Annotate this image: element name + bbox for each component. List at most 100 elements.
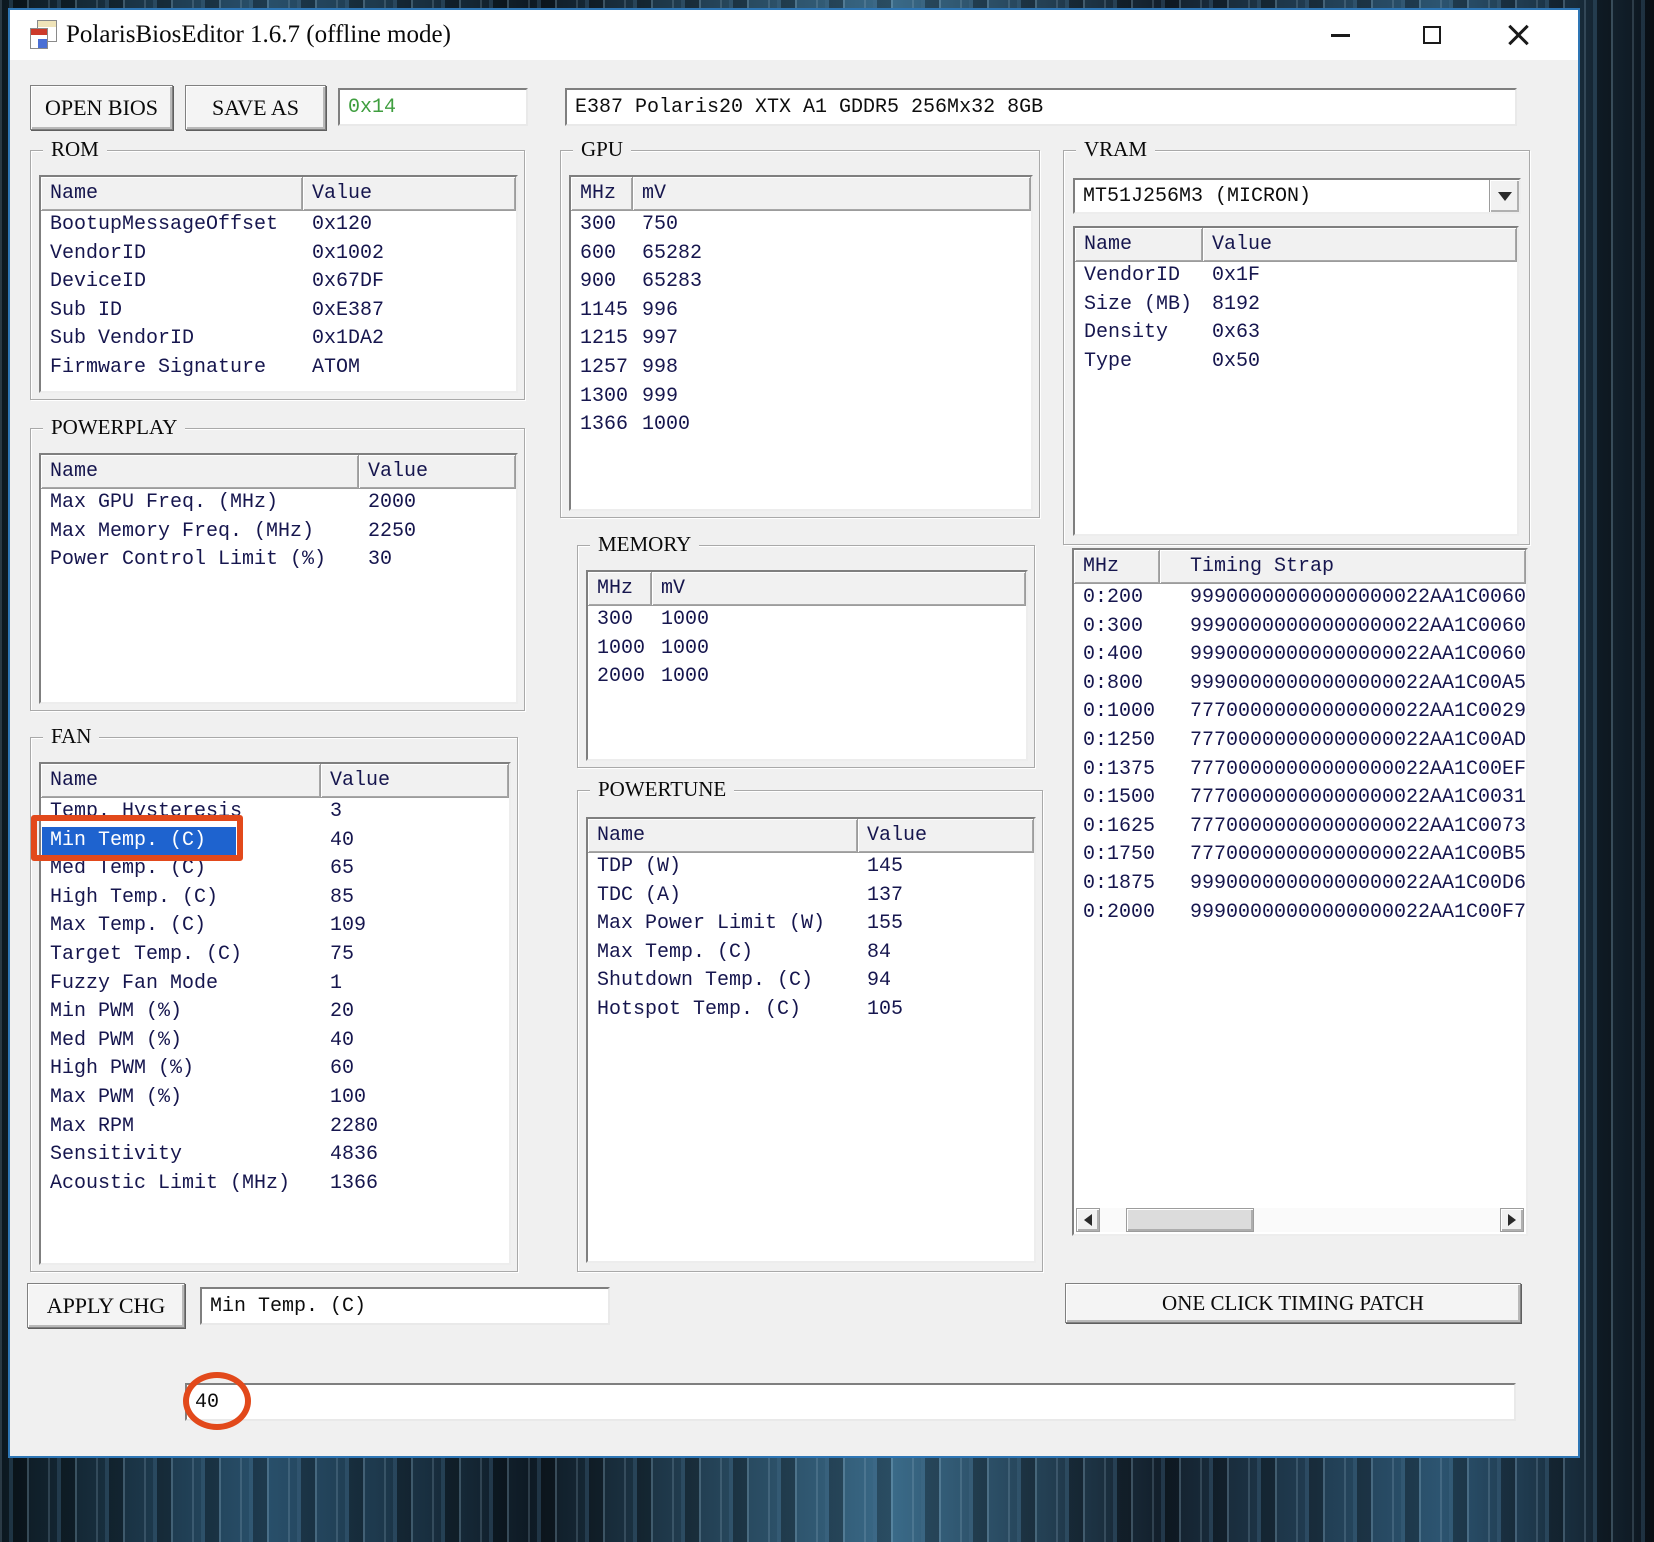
table-row[interactable]: 0:125077700000000000000022AA1C00AD — [1074, 727, 1526, 756]
table-row[interactable]: 1257998 — [571, 354, 1031, 383]
table-row[interactable]: Firmware SignatureATOM — [41, 354, 516, 383]
apply-chg-button[interactable]: APPLY CHG — [27, 1283, 185, 1328]
table-row[interactable]: 0:20099900000000000000022AA1C0060 — [1074, 584, 1526, 613]
table-row[interactable]: High Temp. (C)85 — [41, 884, 509, 913]
table-cell: 77700000000000000022AA1C0073 — [1160, 813, 1526, 842]
column-header[interactable]: Name — [41, 455, 359, 488]
column-header[interactable]: Name — [41, 764, 321, 797]
table-row[interactable]: 3001000 — [588, 606, 1026, 635]
bios-name-field[interactable]: E387 Polaris20 XTX A1 GDDR5 256Mx32 8GB — [565, 88, 1517, 126]
table-row[interactable]: BootupMessageOffset0x120 — [41, 211, 516, 240]
table-row[interactable]: 0:200099900000000000000022AA1C00F7 — [1074, 899, 1526, 928]
table-row[interactable]: Max GPU Freq. (MHz)2000 — [41, 489, 516, 518]
scrollbar-thumb[interactable] — [1126, 1208, 1254, 1232]
table-row[interactable]: 0:80099900000000000000022AA1C00A5 — [1074, 670, 1526, 699]
table-row[interactable]: Max Temp. (C)109 — [41, 912, 509, 941]
vram-dropdown-button[interactable] — [1489, 180, 1519, 212]
table-cell: 0x67DF — [303, 268, 516, 297]
column-header[interactable]: MHz — [571, 177, 633, 210]
table-row[interactable]: TDC (A)137 — [588, 882, 1034, 911]
table-row[interactable]: 0:175077700000000000000022AA1C00B5 — [1074, 841, 1526, 870]
timing-horizontal-scrollbar[interactable] — [1076, 1208, 1524, 1232]
column-header[interactable]: Value — [1203, 228, 1517, 261]
one-click-timing-patch-button[interactable]: ONE CLICK TIMING PATCH — [1065, 1283, 1521, 1323]
table-row[interactable]: 0:137577700000000000000022AA1C00EF — [1074, 756, 1526, 785]
save-as-button[interactable]: SAVE AS — [185, 85, 326, 130]
table-row[interactable]: 13661000 — [571, 411, 1031, 440]
selected-cell[interactable]: Min Temp. (C) — [42, 827, 236, 856]
table-row[interactable]: VendorID0x1002 — [41, 240, 516, 269]
app-window: PolarisBiosEditor 1.6.7 (offline mode) O… — [8, 8, 1580, 1458]
column-header[interactable]: Name — [41, 177, 303, 210]
table-row[interactable]: Shutdown Temp. (C)94 — [588, 967, 1034, 996]
table-row[interactable]: Max RPM2280 — [41, 1113, 509, 1142]
table-row[interactable]: Min Temp. (C)40 — [41, 827, 509, 856]
table-row[interactable]: Size (MB)8192 — [1075, 291, 1517, 320]
table-row[interactable]: Sub VendorID0x1DA2 — [41, 325, 516, 354]
table-row[interactable]: 0:187599900000000000000022AA1C00D6 — [1074, 870, 1526, 899]
table-row[interactable]: Med PWM (%)40 — [41, 1027, 509, 1056]
column-header[interactable]: Name — [1075, 228, 1203, 261]
minimize-button[interactable] — [1318, 10, 1362, 60]
table-row[interactable]: 10001000 — [588, 635, 1026, 664]
column-header[interactable]: Value — [303, 177, 516, 210]
open-bios-button[interactable]: OPEN BIOS — [30, 85, 173, 130]
table-row[interactable]: 1215997 — [571, 325, 1031, 354]
column-header[interactable]: mV — [652, 572, 1026, 605]
table-row[interactable]: 1145996 — [571, 297, 1031, 326]
column-header[interactable]: MHz — [1074, 550, 1160, 583]
table-row[interactable]: Max Temp. (C)84 — [588, 939, 1034, 968]
table-row[interactable]: Temp. Hysteresis3 — [41, 798, 509, 827]
table-row[interactable]: 1300999 — [571, 383, 1031, 412]
table-row[interactable]: 0:150077700000000000000022AA1C0031 — [1074, 784, 1526, 813]
table-row[interactable]: Max PWM (%)100 — [41, 1084, 509, 1113]
table-row[interactable]: DeviceID0x67DF — [41, 268, 516, 297]
table-row[interactable]: Type0x50 — [1075, 348, 1517, 377]
table-cell: 3 — [321, 798, 509, 827]
close-button[interactable] — [1496, 10, 1540, 60]
table-row[interactable]: 0:30099900000000000000022AA1C0060 — [1074, 613, 1526, 642]
column-header[interactable]: Name — [588, 819, 858, 852]
table-row[interactable]: Sensitivity4836 — [41, 1141, 509, 1170]
column-header[interactable]: Value — [858, 819, 1034, 852]
selected-param-field[interactable]: Min Temp. (C) — [200, 1287, 610, 1325]
table-row[interactable]: Target Temp. (C)75 — [41, 941, 509, 970]
table-row[interactable]: 0:40099900000000000000022AA1C0060 — [1074, 641, 1526, 670]
table-row[interactable]: 300750 — [571, 211, 1031, 240]
table-row[interactable]: Fuzzy Fan Mode1 — [41, 970, 509, 999]
column-header[interactable]: Value — [359, 455, 516, 488]
table-cell: 84 — [858, 939, 1034, 968]
table-cell: 77700000000000000022AA1C0029 — [1160, 698, 1526, 727]
vram-module-select[interactable]: MT51J256M3 (MICRON) — [1073, 178, 1521, 214]
maximize-button[interactable] — [1410, 10, 1454, 60]
offset-field[interactable]: 0x14 — [338, 88, 528, 126]
table-row[interactable]: Sub ID0xE387 — [41, 297, 516, 326]
scroll-right-button[interactable] — [1500, 1208, 1524, 1232]
table-row[interactable]: Max Memory Freq. (MHz)2250 — [41, 518, 516, 547]
table-row[interactable]: 0:100077700000000000000022AA1C0029 — [1074, 698, 1526, 727]
powertune-group: POWERTUNE NameValue TDP (W)145TDC (A)137… — [577, 790, 1043, 1272]
table-row[interactable]: Hotspot Temp. (C)105 — [588, 996, 1034, 1025]
table-row[interactable]: 90065283 — [571, 268, 1031, 297]
table-row[interactable]: Acoustic Limit (MHz)1366 — [41, 1170, 509, 1199]
column-header[interactable]: MHz — [588, 572, 652, 605]
column-header[interactable]: mV — [633, 177, 1031, 210]
table-row[interactable]: 20001000 — [588, 663, 1026, 692]
table-row[interactable]: TDP (W)145 — [588, 853, 1034, 882]
table-row[interactable]: VendorID0x1F — [1075, 262, 1517, 291]
scrollbar-track[interactable] — [1100, 1208, 1500, 1232]
scroll-left-button[interactable] — [1076, 1208, 1100, 1232]
table-row[interactable]: High PWM (%)60 — [41, 1055, 509, 1084]
powertune-table: NameValue TDP (W)145TDC (A)137Max Power … — [586, 817, 1036, 1263]
table-row[interactable]: 0:162577700000000000000022AA1C0073 — [1074, 813, 1526, 842]
table-row[interactable]: Min PWM (%)20 — [41, 998, 509, 1027]
column-header[interactable]: Timing Strap — [1160, 550, 1526, 583]
table-row[interactable]: Density0x63 — [1075, 319, 1517, 348]
table-row[interactable]: Med Temp. (C)65 — [41, 855, 509, 884]
table-row[interactable]: Max Power Limit (W)155 — [588, 910, 1034, 939]
table-cell: 1366 — [571, 411, 633, 440]
column-header[interactable]: Value — [321, 764, 509, 797]
table-row[interactable]: 60065282 — [571, 240, 1031, 269]
table-row[interactable]: Power Control Limit (%)30 — [41, 546, 516, 575]
value-edit-field[interactable]: 40 — [185, 1383, 1516, 1421]
